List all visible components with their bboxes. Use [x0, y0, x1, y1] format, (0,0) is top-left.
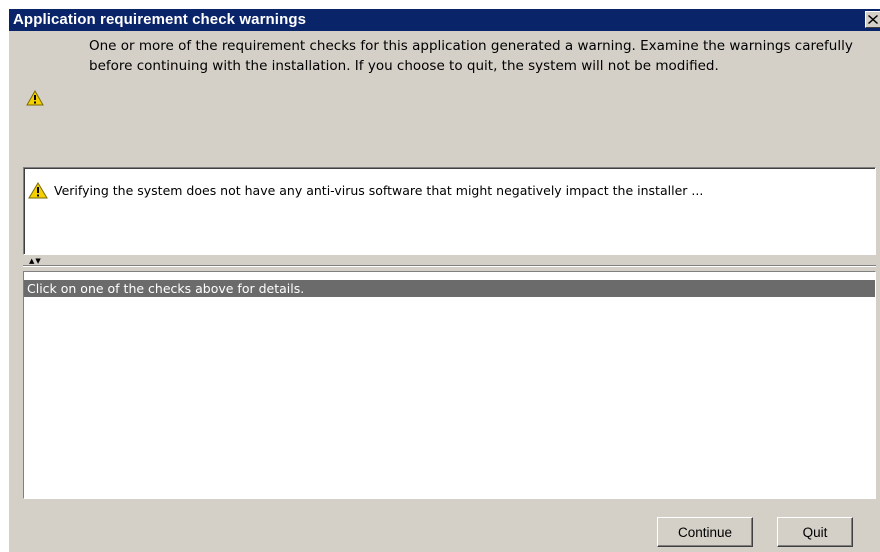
quit-button[interactable]: Quit [777, 517, 853, 547]
check-item-label: Verifying the system does not have any a… [54, 183, 704, 198]
splitter-arrows-icon[interactable]: ▲▼ [29, 257, 42, 265]
warning-icon [28, 182, 48, 199]
splitter-line [23, 265, 876, 267]
warning-message: One or more of the requirement checks fo… [89, 38, 853, 74]
continue-button[interactable]: Continue [657, 517, 753, 547]
close-icon [868, 15, 878, 24]
close-button[interactable] [865, 11, 880, 28]
window-title: Application requirement check warnings [13, 11, 307, 28]
checks-list[interactable]: Verifying the system does not have any a… [23, 167, 876, 255]
details-pane: Click on one of the checks above for det… [23, 271, 876, 499]
title-bar[interactable]: Application requirement check warnings [9, 9, 880, 31]
warning-icon [26, 90, 44, 106]
pane-splitter[interactable]: ▲▼ [23, 257, 876, 269]
details-header: Click on one of the checks above for det… [24, 280, 875, 297]
check-item[interactable]: Verifying the system does not have any a… [28, 182, 871, 199]
dialog-window: Application requirement check warnings O… [8, 8, 880, 552]
